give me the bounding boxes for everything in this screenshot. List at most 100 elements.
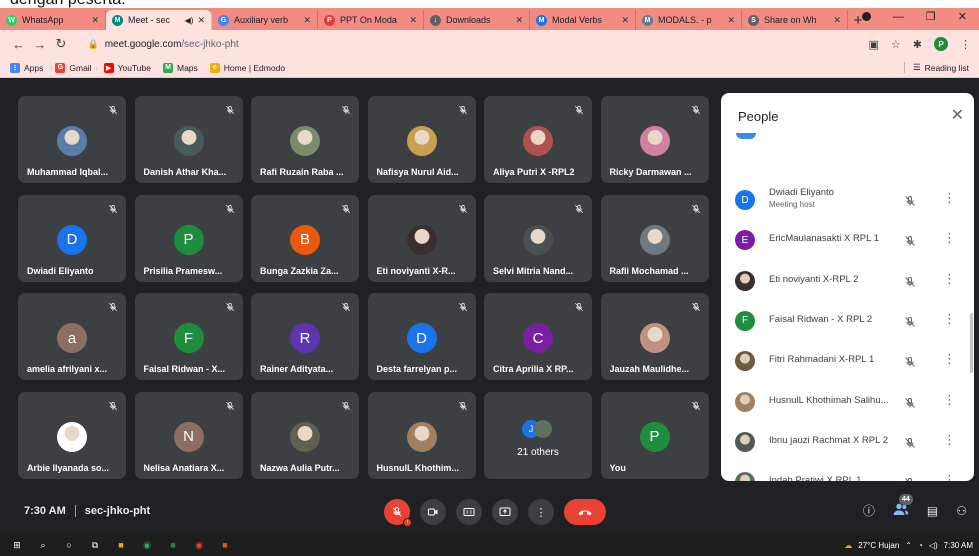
browser-tab[interactable]: ↓ Downloads ✕ [424,10,530,30]
lock-icon[interactable]: 🔒 [87,39,98,50]
participant-tile[interactable]: R Rainer Adityata... [251,293,359,380]
reading-list-button[interactable]: ☰ Reading list [903,62,969,73]
participant-tile[interactable]: Ricky Darmawan ... [600,96,709,183]
participant-row[interactable]: HusnulL Khothimah Salihu... ⋮ [721,382,974,422]
browser-tab[interactable]: G Auxiliary verb ✕ [212,10,318,30]
participant-row[interactable]: F Faisal Ridwan - X RPL 2 ⋮ [721,301,974,341]
participant-tile[interactable]: P Prisilia Pramesw... [134,194,243,282]
cortana-icon[interactable]: ○ [62,539,76,551]
bookmark-star-icon[interactable]: ☆ [891,38,901,51]
people-scrollbar[interactable] [970,313,973,373]
weather-text[interactable]: 27°C Hujan [858,541,899,550]
bookmark-item[interactable]: G Gmail [55,62,92,73]
tab-close-icon[interactable]: ✕ [833,15,841,26]
browser-tab[interactable]: S Share on Wh ✕ [742,10,848,30]
participant-tile[interactable]: C Citra Aprilia X RP... [484,293,592,380]
file-explorer-icon[interactable]: ■ [114,539,128,551]
browser-tab[interactable]: M MODALS. - p ✕ [636,10,742,30]
camera-permission-icon[interactable]: ▣ [869,38,879,51]
tray-arrow-icon[interactable]: ⌃ [905,541,912,550]
tab-close-icon[interactable]: ✕ [91,15,99,26]
network-icon[interactable]: ◔ [918,541,923,550]
participant-row[interactable]: Eti noviyanti X-RPL 2 ⋮ [721,261,974,301]
tab-close-icon[interactable]: ✕ [409,15,417,26]
participant-row[interactable]: E EricMaulanasakti X RPL 1 ⋮ [721,220,974,260]
browser-tab[interactable]: P PPT On Moda ✕ [318,10,424,30]
bookmark-item[interactable]: ⋮ Apps [10,62,43,73]
more-vert-icon[interactable]: ⋮ [943,432,956,447]
more-vert-icon[interactable]: ⋮ [943,473,956,481]
tab-close-icon[interactable]: ✕ [727,15,735,26]
meeting-info-icon[interactable]: ⓘ [863,502,875,519]
profile-dot-icon[interactable] [861,12,871,21]
leave-call-button[interactable] [564,499,606,525]
bookmark-item[interactable]: M Maps [162,62,198,73]
captions-button[interactable] [456,499,482,525]
close-panel-icon[interactable]: ✕ [951,105,964,125]
profile-avatar[interactable]: P [934,37,948,51]
address-bar[interactable]: 🔒 meet.google.com/sec-jhko-pht [79,33,869,55]
close-window-button[interactable]: ✕ [958,10,967,23]
taskbar-search-icon[interactable]: ⌕ [36,539,50,551]
chrome-alt-taskbar-icon[interactable]: ◉ [192,539,206,551]
participant-tile[interactable]: P You [600,391,709,479]
participant-tile[interactable]: N Nelisa Anatiara X... [134,391,243,479]
browser-tab[interactable]: M Modal Verbs ✕ [530,10,636,30]
participant-tile[interactable]: Rafli Mochamad ... [600,194,709,282]
extensions-icon[interactable]: ✱ [913,38,922,51]
tab-close-icon[interactable]: ✕ [621,15,629,26]
participant-tile[interactable]: Nafisya Nurul Aid... [367,96,476,183]
tab-close-icon[interactable]: ✕ [515,15,523,26]
bookmark-item[interactable]: e Home | Edmodo [209,62,285,73]
chrome-taskbar-icon[interactable]: ◉ [140,539,154,551]
participant-tile[interactable]: Arbie Ilyanada so... [18,391,126,479]
activities-icon[interactable]: ⚇ [956,504,967,518]
more-vert-icon[interactable]: ⋮ [943,271,956,286]
participant-tile[interactable]: Aliya Putri X -RPL2 [484,96,592,183]
participant-row[interactable]: Fitri Rahmadani X-RPL 1 ⋮ [721,341,974,381]
more-vert-icon[interactable]: ⋮ [943,352,956,366]
more-vert-icon[interactable]: ⋮ [943,191,956,205]
chat-icon[interactable]: ▤ [927,504,938,518]
task-view-icon[interactable]: ⧉ [88,539,102,551]
camera-toggle-button[interactable] [420,499,446,525]
people-button[interactable]: 44 [893,494,913,519]
participant-tile[interactable]: Jauzah Maulidhe... [600,293,709,380]
participant-tile[interactable]: HusnulL Khothim... [367,391,476,479]
powerpoint-taskbar-icon[interactable]: ■ [218,539,232,551]
restore-button[interactable]: ❐ [926,10,936,23]
forward-button[interactable]: → [29,37,50,52]
participant-tile[interactable]: D Desta farrelyan p... [367,293,476,380]
tray-clock[interactable]: 7:30 AM [944,541,973,550]
participant-tile[interactable]: Muhammad Iqbal... [18,96,126,183]
participant-row[interactable]: Indah Pratiwi X RPL 1 ⋮ [721,462,974,481]
present-screen-button[interactable] [492,499,518,525]
back-button[interactable]: ← [8,37,29,52]
participant-row[interactable]: D Dwiadi Eliyanto Meeting host ⋮ [721,180,974,220]
volume-icon[interactable]: ◁) [929,541,938,550]
reload-button[interactable]: ↻ [50,36,71,52]
bookmark-item[interactable]: ▶ YouTube [103,62,151,73]
more-options-button[interactable]: ⋮ [528,499,554,525]
tab-audio-icon[interactable]: ◀) [185,16,194,25]
more-vert-icon[interactable]: ⋮ [943,231,956,245]
more-vert-icon[interactable]: ⋮ [943,392,956,407]
participant-row[interactable]: Ibnu jauzi Rachmat X RPL 2 ⋮ [721,422,974,462]
participant-tile[interactable]: Nazwa Aulia Putr... [251,391,359,479]
participant-tile[interactable]: Rafi Ruzain Raba ... [251,96,359,183]
minimize-button[interactable]: — [893,11,904,23]
excel-taskbar-icon[interactable]: ■ [166,539,180,551]
participant-tile[interactable]: Selvi Mitria Nand... [484,194,592,282]
tab-close-icon[interactable]: ✕ [197,15,205,26]
participant-tile[interactable]: a amelia afrilyani x... [18,293,126,380]
browser-tab[interactable]: W WhatsApp ✕ [0,10,106,30]
windows-start-icon[interactable]: ⊞ [10,539,24,551]
participant-tile[interactable]: D Dwiadi Eliyanto [18,194,126,282]
participant-tile[interactable]: Eti noviyanti X-R... [367,194,476,282]
participant-tile[interactable]: Danish Athar Kha... [134,96,243,183]
participant-tile[interactable]: B Bunga Zazkia Za... [251,194,359,282]
more-vert-icon[interactable]: ⋮ [943,311,956,326]
mic-toggle-button[interactable]: ! [384,499,412,527]
participant-tile[interactable]: F Faisal Ridwan - X... [134,293,243,380]
browser-menu-icon[interactable]: ⋮ [960,38,971,51]
